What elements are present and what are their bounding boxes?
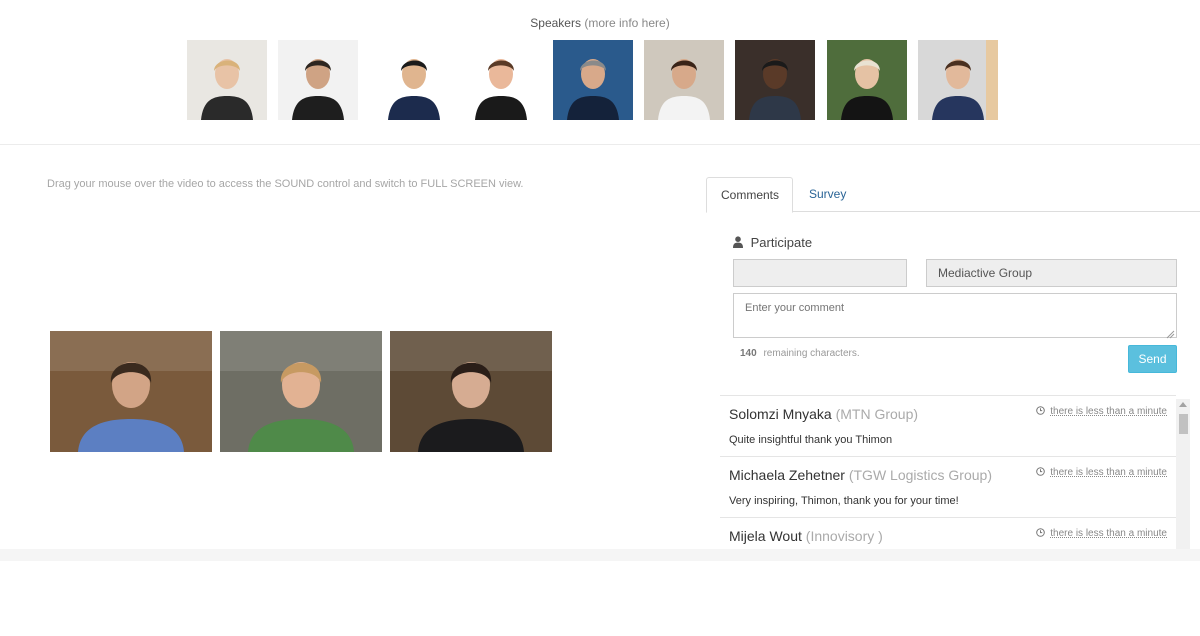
scroll-up-arrow-icon[interactable] [1179,402,1187,407]
comment-item: Mijela Wout (Innovisory ) there is less … [720,518,1176,550]
video-hint: Drag your mouse over the video to access… [47,178,524,190]
comments-scrollbar[interactable] [1176,399,1190,550]
speaker-photo[interactable] [278,40,358,120]
remaining-characters: 140 remaining characters. [740,348,860,359]
speaker-photo[interactable] [553,40,633,120]
scrollbar-thumb[interactable] [1179,414,1188,434]
video-participant-tile[interactable] [50,331,212,452]
more-info-link[interactable]: (more info here) [584,16,669,30]
comments-list: Solomzi Mnyaka (MTN Group) there is less… [720,395,1176,550]
comment-company: (TGW Logistics Group) [848,467,992,483]
user-icon [733,236,743,251]
comment-body: Very inspiring, Thimon, thank you for yo… [729,495,959,507]
comment-company: (MTN Group) [835,406,919,422]
name-field[interactable] [733,259,907,287]
video-participant-tile[interactable] [220,331,382,452]
comment-author: Michaela Zehetner [729,467,845,483]
clock-icon [1036,528,1046,540]
clock-icon [1036,406,1046,418]
speaker-photo[interactable] [374,40,454,120]
comment-timestamp: there is less than a minute [1036,467,1167,479]
send-button[interactable]: Send [1128,345,1177,373]
comment-item: Solomzi Mnyaka (MTN Group) there is less… [720,396,1176,457]
comment-author: Solomzi Mnyaka [729,406,832,422]
speaker-photo[interactable] [644,40,724,120]
tab-survey[interactable]: Survey [795,177,860,213]
comment-company: (Innovisory ) [805,528,883,544]
comment-author-line: Mijela Wout (Innovisory ) [729,528,883,544]
speaker-photo[interactable] [827,40,907,120]
speaker-photo[interactable] [986,40,998,120]
comment-body: Quite insightful thank you Thimon [729,434,893,446]
speakers-heading: Speakers (more info here) [0,16,1200,30]
panel-tabs: Comments Survey [706,177,1200,213]
comment-item: Michaela Zehetner (TGW Logistics Group) … [720,457,1176,518]
comment-input[interactable] [733,293,1177,338]
section-divider [0,144,1200,145]
clock-icon [1036,467,1046,479]
video-participant-tile[interactable] [390,331,552,452]
participate-heading: Participate [733,235,812,251]
company-field[interactable]: Mediactive Group [926,259,1177,287]
comment-author-line: Michaela Zehetner (TGW Logistics Group) [729,467,992,483]
speaker-photo[interactable] [735,40,815,120]
speakers-title: Speakers [530,16,581,30]
remaining-label: remaining characters. [763,348,860,359]
participate-label: Participate [750,235,813,250]
comment-time-text: there is less than a minute [1050,467,1167,478]
comment-author-line: Solomzi Mnyaka (MTN Group) [729,406,918,422]
comment-timestamp: there is less than a minute [1036,528,1167,540]
comment-time-text: there is less than a minute [1050,406,1167,417]
speaker-photo[interactable] [187,40,267,120]
footer-band [0,549,1200,561]
comment-timestamp: there is less than a minute [1036,406,1167,418]
remaining-count: 140 [740,348,757,359]
resize-grip-icon[interactable] [1165,326,1175,339]
comment-time-text: there is less than a minute [1050,528,1167,539]
tab-comments[interactable]: Comments [706,177,793,213]
comment-author: Mijela Wout [729,528,802,544]
speaker-photo[interactable] [461,40,541,120]
